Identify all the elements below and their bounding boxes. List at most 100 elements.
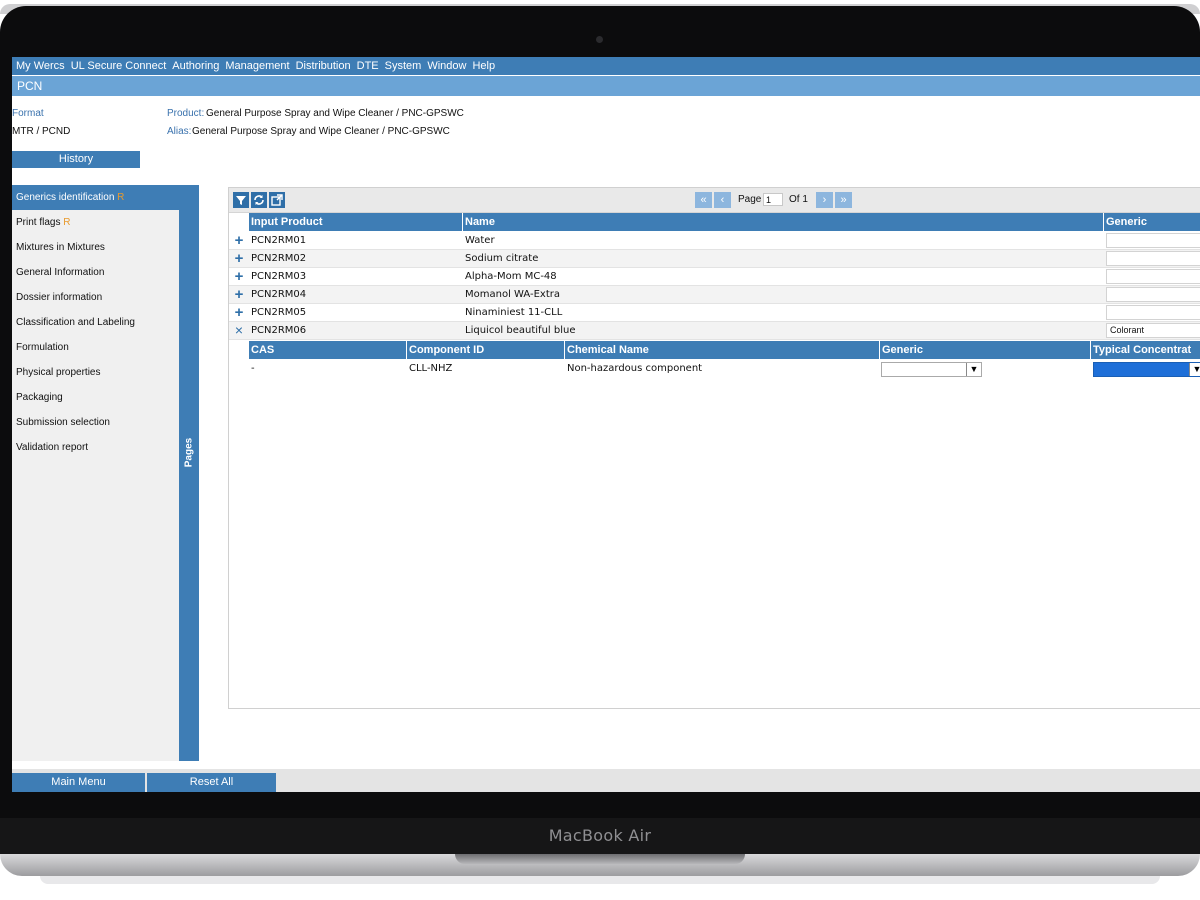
generic-field[interactable] — [1106, 305, 1200, 320]
page-number-input[interactable]: 1 — [763, 193, 783, 206]
component-id-cell: CLL-NHZ — [409, 363, 453, 374]
column-header-cas[interactable]: CAS — [249, 341, 406, 359]
pages-sidebar: Generics identification R Print flags R … — [12, 185, 179, 761]
device-brand-label: MacBook Air — [548, 826, 652, 845]
components-subgrid: CAS Component ID Chemical Name Generic T… — [249, 341, 1200, 381]
laptop-base-shadow — [40, 876, 1160, 884]
sidebar-item-print-flags[interactable]: Print flags R — [12, 210, 179, 235]
sidebar-item-label: Physical properties — [16, 367, 101, 378]
next-page-icon[interactable]: › — [816, 192, 833, 208]
sidebar-item-classification-and-labeling[interactable]: Classification and Labeling — [12, 310, 179, 335]
table-row[interactable]: + PCN2RM02 Sodium citrate — [229, 250, 1200, 268]
expand-plus-icon[interactable]: + — [233, 232, 245, 250]
sidebar-item-label: Mixtures in Mixtures — [16, 242, 105, 253]
sidebar-item-label: Print flags — [16, 217, 61, 228]
input-product-cell: PCN2RM05 — [251, 307, 307, 318]
alias-label: Alias: — [167, 126, 192, 137]
menu-my-wercs[interactable]: My Wercs — [16, 60, 65, 72]
export-icon[interactable] — [269, 192, 285, 208]
expand-plus-icon[interactable]: + — [233, 268, 245, 286]
generic-field[interactable] — [1106, 233, 1200, 248]
expand-plus-icon[interactable]: + — [233, 286, 245, 304]
menu-management[interactable]: Management — [225, 60, 289, 72]
column-header-generic[interactable]: Generic — [1104, 213, 1200, 231]
menu-window[interactable]: Window — [427, 60, 466, 72]
page-of-label: Of 1 — [789, 194, 808, 205]
sidebar-item-label: Formulation — [16, 342, 69, 353]
table-row[interactable]: - CLL-NHZ Non-hazardous component ▼ ▼ — [249, 360, 1200, 378]
alias-value: General Purpose Spray and Wipe Cleaner /… — [192, 126, 450, 137]
format-value: MTR / PCND — [12, 126, 71, 137]
expand-plus-icon[interactable]: + — [233, 304, 245, 322]
collapse-x-icon[interactable]: × — [233, 322, 245, 340]
main-menu-button[interactable]: Main Menu — [12, 773, 145, 792]
input-product-cell: PCN2RM03 — [251, 271, 307, 282]
column-header-input-product[interactable]: Input Product — [249, 213, 462, 231]
generic-field[interactable] — [1106, 251, 1200, 266]
menu-help[interactable]: Help — [472, 60, 495, 72]
last-page-icon[interactable]: » — [835, 192, 852, 208]
required-flag: R — [117, 192, 125, 203]
expand-plus-icon[interactable]: + — [233, 250, 245, 268]
menu-ul-secure-connect[interactable]: UL Secure Connect — [71, 60, 167, 72]
sidebar-item-validation-report[interactable]: Validation report — [12, 435, 179, 460]
history-button[interactable]: History — [12, 151, 140, 168]
sidebar-item-submission-selection[interactable]: Submission selection — [12, 410, 179, 435]
column-header-name[interactable]: Name — [463, 213, 1103, 231]
sidebar-item-physical-properties[interactable]: Physical properties — [12, 360, 179, 385]
page-label: Page — [738, 194, 762, 205]
generic-field[interactable] — [1106, 269, 1200, 284]
previous-page-icon[interactable]: ‹ — [714, 192, 731, 208]
table-row[interactable]: + PCN2RM04 Momanol WA-Extra — [229, 286, 1200, 304]
sidebar-item-formulation[interactable]: Formulation — [12, 335, 179, 360]
sidebar-item-label: Submission selection — [16, 417, 110, 428]
table-row[interactable]: × PCN2RM06 Liquicol beautiful blue Color… — [229, 322, 1200, 340]
product-label: Product: — [167, 108, 205, 119]
chevron-down-icon[interactable]: ▼ — [1189, 363, 1200, 376]
reset-all-button[interactable]: Reset All — [147, 773, 276, 792]
sidebar-item-generics-identification[interactable]: Generics identification R — [12, 185, 179, 210]
first-page-icon[interactable]: « — [695, 192, 712, 208]
generic-field[interactable] — [1106, 287, 1200, 302]
footer-bar: Main Menu Reset All — [12, 769, 1200, 792]
input-product-cell: PCN2RM02 — [251, 253, 307, 264]
menu-authoring[interactable]: Authoring — [172, 60, 219, 72]
grid-toolbar: « ‹ Page 1 Of 1 › » — [229, 188, 1200, 213]
sidebar-item-dossier-information[interactable]: Dossier information — [12, 285, 179, 310]
cas-cell: - — [251, 363, 255, 374]
sidebar-item-packaging[interactable]: Packaging — [12, 385, 179, 410]
column-header-chemical-name[interactable]: Chemical Name — [565, 341, 879, 359]
name-cell: Momanol WA-Extra — [465, 289, 560, 300]
menu-system[interactable]: System — [385, 60, 422, 72]
name-cell: Liquicol beautiful blue — [465, 325, 576, 336]
sidebar-item-general-information[interactable]: General Information — [12, 260, 179, 285]
menu-distribution[interactable]: Distribution — [296, 60, 351, 72]
sidebar-item-label: Dossier information — [16, 292, 103, 303]
product-value: General Purpose Spray and Wipe Cleaner /… — [206, 108, 464, 119]
name-cell: Water — [465, 235, 495, 246]
window-title: PCN — [12, 76, 1200, 96]
sidebar-item-label: Generics identification — [16, 192, 115, 203]
column-header-component-id[interactable]: Component ID — [407, 341, 564, 359]
chevron-down-icon[interactable]: ▼ — [966, 363, 981, 376]
column-header-generic[interactable]: Generic — [880, 341, 1090, 359]
table-row[interactable]: + PCN2RM05 Ninaminiest 11-CLL — [229, 304, 1200, 322]
app-screen: My Wercs UL Secure Connect Authoring Man… — [12, 57, 1200, 792]
table-row[interactable]: + PCN2RM03 Alpha-Mom MC-48 — [229, 268, 1200, 286]
format-label: Format — [12, 108, 44, 119]
name-cell: Sodium citrate — [465, 253, 539, 264]
column-header-typical-concentration[interactable]: Typical Concentrat — [1091, 341, 1200, 359]
product-info-panel: Format MTR / PCND Product: General Purpo… — [12, 97, 1200, 187]
input-product-cell: PCN2RM06 — [251, 325, 307, 336]
table-row[interactable]: + PCN2RM01 Water — [229, 232, 1200, 250]
sidebar-item-mixtures-in-mixtures[interactable]: Mixtures in Mixtures — [12, 235, 179, 260]
generics-grid-panel: « ‹ Page 1 Of 1 › » Input Product Name G… — [228, 187, 1200, 709]
filter-icon[interactable] — [233, 192, 249, 208]
generic-field[interactable]: Colorant — [1106, 323, 1200, 338]
refresh-icon[interactable] — [251, 192, 267, 208]
typical-concentration-dropdown[interactable]: ▼ — [1093, 362, 1200, 377]
generic-dropdown[interactable]: ▼ — [881, 362, 982, 377]
menu-dte[interactable]: DTE — [357, 60, 379, 72]
laptop-hinge-notch — [455, 854, 745, 864]
pages-collapse-strip[interactable]: Pages — [179, 185, 199, 761]
